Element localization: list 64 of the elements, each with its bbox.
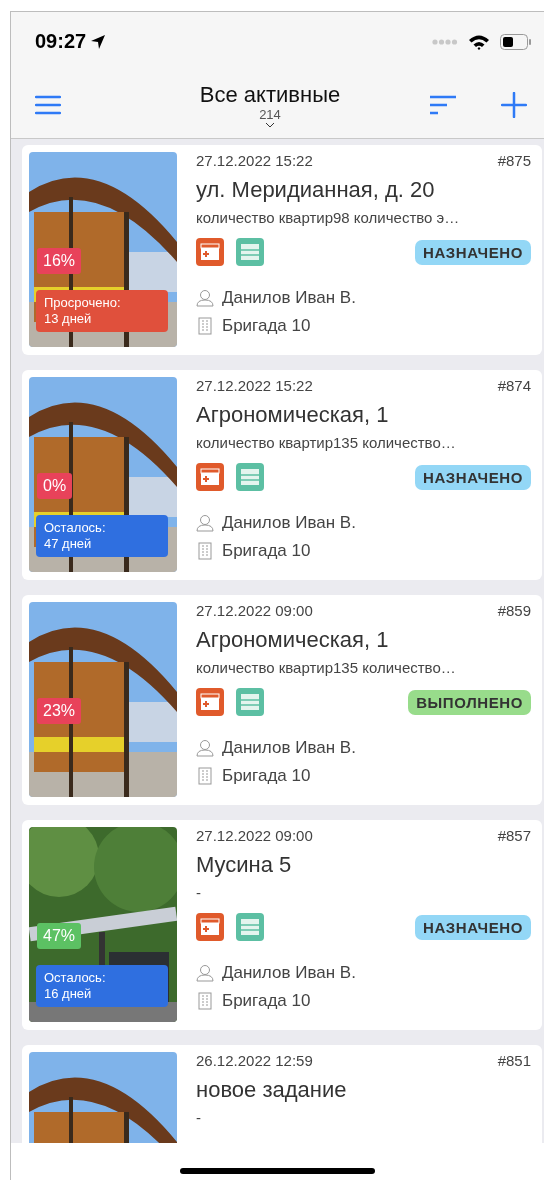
task-description: - — [196, 884, 202, 901]
task-date: 27.12.2022 15:22 — [196, 152, 313, 169]
calendar-plus-icon — [196, 688, 224, 716]
status-badge: НАЗНАЧЕНО — [414, 914, 531, 940]
person-icon — [196, 964, 214, 982]
progress-badge: 0% — [37, 473, 73, 499]
wifi-icon — [468, 33, 490, 50]
team-name: Бригада 10 — [222, 316, 311, 336]
calendar-plus-icon — [196, 238, 224, 266]
task-date: 27.12.2022 15:22 — [196, 377, 313, 394]
task-title: ул. Меридианная, д. 20 — [196, 177, 436, 203]
task-description: количество квартир135 количество… — [196, 659, 457, 676]
progress-badge: 16% — [37, 248, 82, 274]
building-icon — [196, 767, 214, 785]
task-date: 26.12.2022 12:59 — [196, 1052, 313, 1069]
deadline-badge: Осталось: 47 дней — [36, 515, 168, 557]
building-icon — [196, 542, 214, 560]
deadline-badge: Осталось: 16 дней — [36, 965, 168, 1007]
note-icon — [236, 913, 264, 941]
task-description: - — [196, 1109, 202, 1126]
calendar-plus-icon — [196, 463, 224, 491]
assignee-name: Данилов Иван В. — [222, 288, 356, 308]
team-name: Бригада 10 — [222, 766, 311, 786]
location-arrow-icon — [90, 33, 107, 50]
task-number: #859 — [497, 602, 531, 619]
note-icon — [236, 463, 264, 491]
screen-title: Все активные — [199, 81, 341, 108]
task-title: Агрономическая, 1 — [196, 402, 390, 428]
note-icon — [236, 688, 264, 716]
task-title: новое задание — [196, 1077, 348, 1103]
task-title: Мусина 5 — [196, 852, 293, 878]
signal-icon — [432, 38, 458, 45]
status-badge: НАЗНАЧЕНО — [414, 239, 531, 265]
person-icon — [196, 514, 214, 532]
task-description: количество квартир98 количество э… — [196, 209, 461, 226]
add-button[interactable] — [499, 89, 529, 120]
chevron-down-icon — [265, 121, 275, 128]
team-name: Бригада 10 — [222, 991, 311, 1011]
battery-icon — [500, 33, 532, 50]
note-icon — [236, 238, 264, 266]
task-description: количество квартир135 количество… — [196, 434, 457, 451]
assignee-name: Данилов Иван В. — [222, 963, 356, 983]
task-date: 27.12.2022 09:00 — [196, 602, 313, 619]
progress-badge: 47% — [37, 923, 82, 949]
task-date: 27.12.2022 09:00 — [196, 827, 313, 844]
assignee-name: Данилов Иван В. — [222, 738, 356, 758]
task-number: #875 — [497, 152, 531, 169]
calendar-plus-icon — [196, 913, 224, 941]
status-badge: ВЫПОЛНЕНО — [408, 689, 531, 715]
count-dropdown[interactable]: 214 — [259, 107, 281, 128]
person-icon — [196, 739, 214, 757]
task-number: #851 — [497, 1052, 531, 1069]
task-title: Агрономическая, 1 — [196, 627, 390, 653]
building-icon — [196, 992, 214, 1010]
status-badge: НАЗНАЧЕНО — [414, 464, 531, 490]
progress-badge: 23% — [37, 698, 82, 724]
deadline-badge: Просрочено: 13 дней — [36, 290, 168, 332]
team-name: Бригада 10 — [222, 541, 311, 561]
task-number: #857 — [497, 827, 531, 844]
building-icon — [196, 317, 214, 335]
assignee-name: Данилов Иван В. — [222, 513, 356, 533]
person-icon — [196, 289, 214, 307]
task-number: #874 — [497, 377, 531, 394]
status-time: 09:27 — [35, 30, 87, 53]
